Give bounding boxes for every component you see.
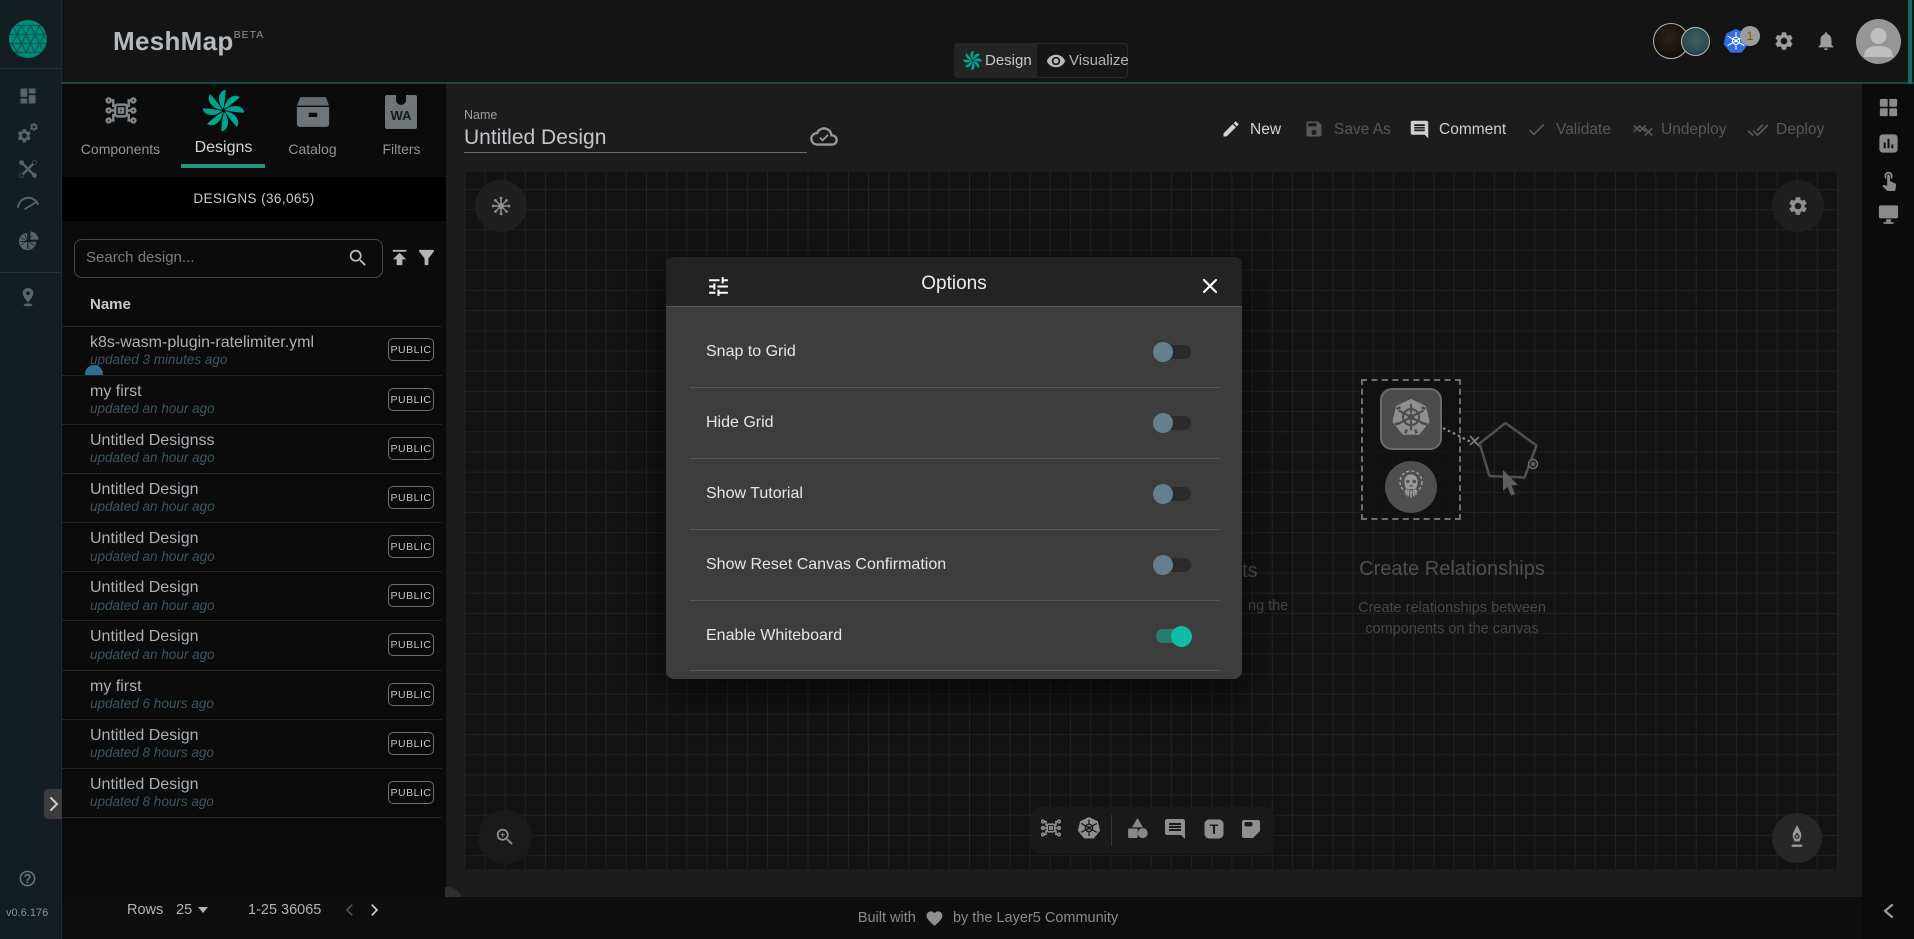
svg-text:WA: WA — [391, 108, 413, 123]
svg-text:T: T — [1210, 821, 1219, 837]
